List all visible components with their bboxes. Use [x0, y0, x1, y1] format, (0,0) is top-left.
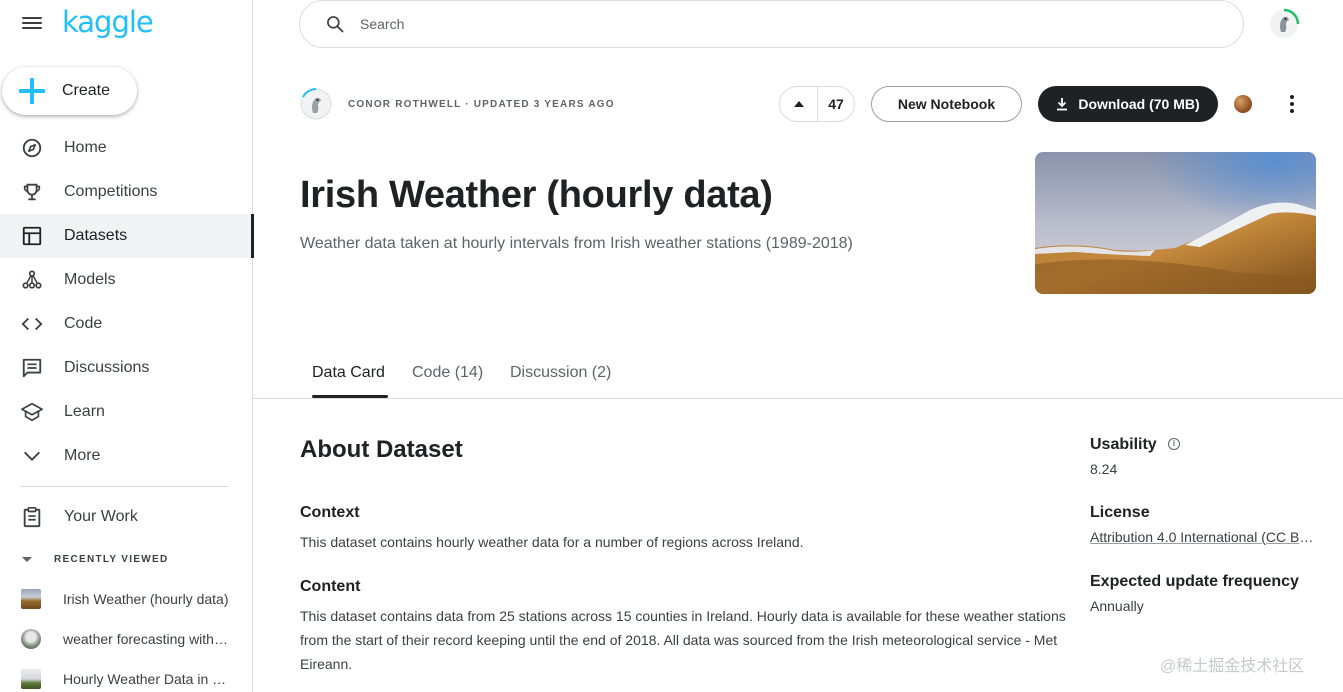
user-avatar[interactable]	[1268, 8, 1300, 40]
content-heading: Content	[300, 578, 361, 595]
section-heading: About Dataset	[300, 436, 463, 463]
search-icon	[327, 16, 344, 33]
context-heading: Context	[300, 504, 360, 521]
download-label: Download (70 MB)	[1078, 96, 1200, 112]
sidebar-item-label: Code	[64, 315, 103, 332]
compass-icon	[20, 136, 44, 160]
page-subtitle: Weather data taken at hourly intervals f…	[300, 235, 853, 252]
download-icon	[1057, 98, 1068, 111]
sidebar-item-label: Datasets	[64, 227, 128, 244]
page-title: Irish Weather (hourly data)	[300, 174, 773, 216]
sidebar-item-home[interactable]: Home	[0, 126, 253, 170]
sidebar-item-learn[interactable]: Learn	[0, 390, 253, 434]
upvote-button[interactable]	[780, 87, 818, 121]
sidebar-item-models[interactable]: Models	[0, 258, 253, 302]
clipboard-icon	[20, 505, 44, 529]
license-label: License	[1090, 504, 1150, 521]
school-icon	[20, 400, 44, 424]
caret-down-icon	[22, 556, 32, 562]
recent-item[interactable]: Irish Weather (hourly data)	[0, 579, 253, 619]
sidebar-item-label: Your Work	[64, 508, 138, 525]
context-text: This dataset contains hourly weather dat…	[300, 534, 804, 550]
sidebar-item-label: Home	[64, 139, 107, 156]
sidebar-item-your-work[interactable]: Your Work	[0, 495, 253, 539]
sidebar-item-discussions[interactable]: Discussions	[0, 346, 253, 390]
chevron-down-icon	[20, 444, 44, 468]
recently-viewed-label: RECENTLY VIEWED	[54, 553, 169, 565]
dataset-thumbnail	[21, 589, 41, 609]
models-icon	[20, 268, 44, 292]
upvote-widget: 47	[779, 86, 855, 122]
tab-discussion[interactable]: Discussion (2)	[510, 364, 611, 382]
recent-item-label: weather forecasting with LSTM	[63, 631, 229, 647]
tab-bar: Data Card Code (14) Discussion (2)	[253, 352, 1343, 399]
search-placeholder: Search	[360, 16, 405, 32]
sidebar-item-label: Discussions	[64, 359, 150, 376]
kaggle-logo[interactable]: kaggle	[62, 5, 154, 39]
sidebar-divider	[20, 486, 229, 487]
sidebar-item-competitions[interactable]: Competitions	[0, 170, 253, 214]
usability-label: Usability	[1090, 436, 1157, 453]
recent-item[interactable]: weather forecasting with LSTM	[0, 619, 253, 659]
medal-icon[interactable]	[1234, 95, 1252, 113]
recent-item-label: Hourly Weather Data in Ireland	[63, 671, 229, 687]
license-link[interactable]: Attribution 4.0 International (CC BY 4.0…	[1090, 529, 1318, 545]
sidebar: kaggle Create Home Competitions Datasets…	[0, 0, 254, 692]
content-text: This dataset contains data from 25 stati…	[300, 608, 1066, 672]
tab-data-card[interactable]: Data Card	[312, 364, 385, 382]
new-notebook-button[interactable]: New Notebook	[871, 86, 1022, 122]
vote-count: 47	[828, 96, 844, 112]
code-icon	[20, 312, 44, 336]
arrow-up-icon	[793, 101, 804, 107]
owner-avatar[interactable]	[300, 88, 332, 120]
sidebar-item-datasets[interactable]: Datasets	[0, 214, 254, 258]
usability-value: 8.24	[1090, 461, 1118, 477]
create-button[interactable]: Create	[2, 67, 137, 115]
recent-item-label: Irish Weather (hourly data)	[63, 591, 229, 607]
search-input[interactable]: Search	[299, 0, 1244, 48]
active-tab-indicator	[312, 395, 388, 398]
sidebar-item-label: More	[64, 447, 101, 464]
update-frequency-value: Annually	[1090, 598, 1144, 614]
tab-code[interactable]: Code (14)	[412, 364, 483, 382]
sidebar-item-label: Models	[64, 271, 116, 288]
avatar	[21, 629, 41, 649]
owner-meta: CONOR ROTHWELL · UPDATED 3 YEARS AGO	[348, 99, 615, 110]
trophy-icon	[20, 180, 44, 204]
create-label: Create	[62, 82, 111, 99]
watermark: @稀土掘金技术社区	[1160, 658, 1305, 675]
more-vert-icon[interactable]	[1282, 92, 1302, 116]
recently-viewed-toggle[interactable]: RECENTLY VIEWED	[22, 549, 169, 569]
sidebar-item-code[interactable]: Code	[0, 302, 253, 346]
download-button[interactable]: Download (70 MB)	[1038, 86, 1218, 122]
sidebar-item-label: Learn	[64, 403, 105, 420]
sidebar-item-label: Competitions	[64, 183, 158, 200]
update-frequency-label: Expected update frequency	[1090, 573, 1299, 590]
table-icon	[20, 224, 44, 248]
comments-icon	[20, 356, 44, 380]
dataset-thumbnail	[21, 669, 41, 689]
info-icon[interactable]: i	[1168, 438, 1180, 450]
recent-item[interactable]: Hourly Weather Data in Ireland	[0, 659, 253, 692]
plus-icon	[19, 78, 45, 104]
menu-icon[interactable]	[20, 14, 44, 34]
dataset-cover-image	[1035, 152, 1316, 294]
sidebar-item-more[interactable]: More	[0, 434, 253, 478]
